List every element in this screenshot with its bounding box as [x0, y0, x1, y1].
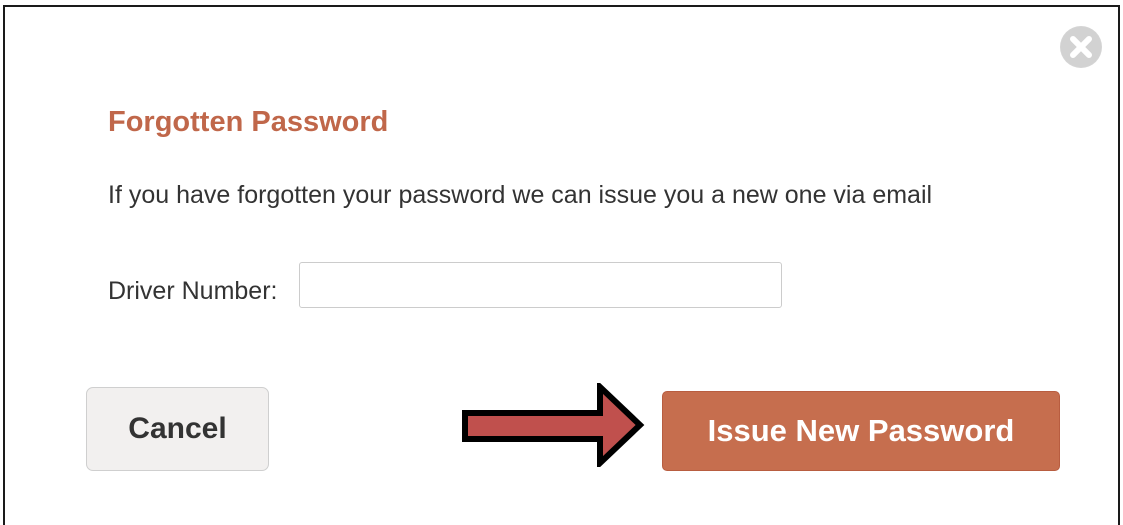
driver-number-label: Driver Number:: [108, 277, 278, 305]
dialog-description: If you have forgotten your password we c…: [108, 181, 933, 209]
right-arrow-icon: [462, 383, 645, 467]
issue-new-password-button[interactable]: Issue New Password: [662, 391, 1060, 471]
cancel-button[interactable]: Cancel: [86, 387, 269, 471]
close-circle-icon: [1061, 27, 1101, 67]
close-button[interactable]: [1060, 26, 1102, 68]
dialog-title: Forgotten Password: [108, 106, 389, 138]
driver-number-input[interactable]: [299, 262, 782, 308]
